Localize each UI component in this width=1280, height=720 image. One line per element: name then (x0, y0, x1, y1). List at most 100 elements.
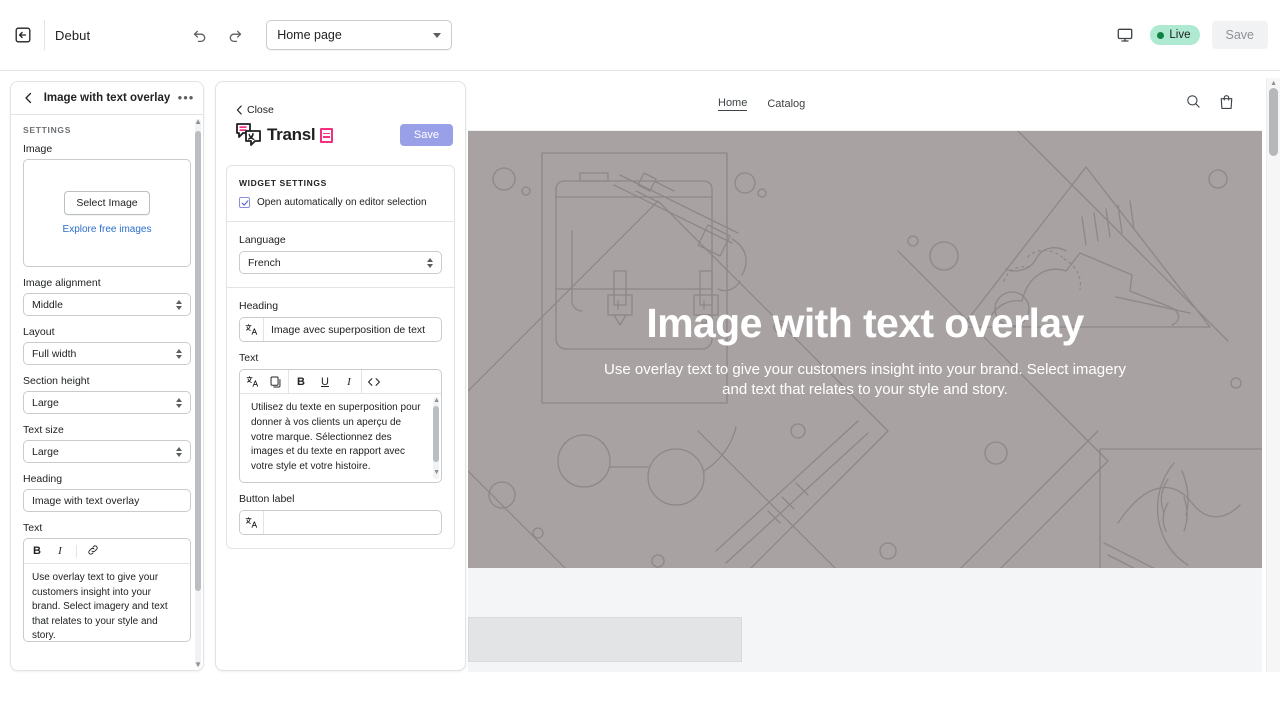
left-panel-scrollbar-thumb[interactable] (195, 131, 201, 591)
text-size-field: Text size Large (23, 424, 191, 463)
heading-input[interactable]: Image with text overlay (23, 489, 191, 512)
italic-button[interactable]: I (53, 545, 67, 557)
section-height-select[interactable]: Large (23, 391, 191, 414)
history-controls (186, 22, 248, 48)
image-field-label: Image (23, 143, 191, 155)
stepper-icon (176, 447, 182, 457)
translate-icon[interactable] (240, 511, 264, 534)
code-icon[interactable] (362, 370, 386, 393)
undo-icon[interactable] (186, 22, 212, 48)
nav-link-home[interactable]: Home (718, 97, 747, 111)
redo-icon[interactable] (222, 22, 248, 48)
image-alignment-select[interactable]: Middle (23, 293, 191, 316)
translate-icon[interactable] (240, 370, 264, 393)
text-size-select[interactable]: Large (23, 440, 191, 463)
live-dot-icon (1157, 32, 1164, 39)
scroll-down-icon[interactable]: ▼ (433, 466, 440, 481)
save-button[interactable]: Save (1212, 21, 1269, 49)
desktop-preview-icon[interactable] (1112, 22, 1138, 48)
button-label-input[interactable] (239, 510, 442, 535)
brand-name: Transl (267, 125, 315, 145)
ellipsis-icon[interactable]: ••• (177, 94, 195, 102)
settings-section-label: SETTINGS (23, 115, 191, 143)
layout-select[interactable]: Full width (23, 342, 191, 365)
translate-save-button[interactable]: Save (400, 124, 453, 146)
scroll-up-icon[interactable]: ▲ (433, 394, 440, 409)
stepper-icon (176, 398, 182, 408)
text-size-value: Large (32, 446, 176, 458)
underline-button[interactable]: U (313, 370, 337, 393)
translate-textarea-scrollbar-thumb[interactable] (433, 406, 439, 462)
search-icon[interactable] (1186, 94, 1201, 114)
translate-heading-label: Heading (239, 300, 442, 312)
image-alignment-field: Image alignment Middle (23, 277, 191, 316)
section-height-label: Section height (23, 375, 191, 387)
image-alignment-label: Image alignment (23, 277, 191, 289)
section-settings-body: ▲ ▼ SETTINGS Image Select Image Explore … (11, 115, 203, 671)
preview-scrollbar-track[interactable] (1266, 78, 1280, 672)
page-selector[interactable]: Home page (266, 20, 452, 50)
top-toolbar: Debut Home page (0, 0, 1280, 71)
section-settings-header: Image with text overlay ••• (11, 82, 203, 115)
text-label: Text (23, 522, 191, 534)
text-size-label: Text size (23, 424, 191, 436)
italic-button[interactable]: I (337, 370, 361, 393)
nav-link-catalog[interactable]: Catalog (767, 98, 805, 110)
shop-theme-name: Debut (55, 28, 90, 43)
chevron-left-icon[interactable] (19, 92, 37, 104)
auto-open-checkbox-row[interactable]: Open automatically on editor selection (239, 197, 442, 208)
translate-text-value: Utilisez du texte en superposition pour … (251, 402, 421, 472)
storefront-icons (1186, 94, 1234, 115)
rich-text-editor: B I Use overlay text to give your custom… (23, 538, 191, 642)
language-value: French (248, 257, 427, 269)
translate-brand-row: Transl Save (226, 116, 455, 147)
hero-overlay-text: Image with text overlay Use overlay text… (468, 303, 1262, 400)
page-selector-value: Home page (277, 28, 433, 42)
next-section-placeholder (468, 568, 1262, 672)
auto-open-checkbox[interactable] (239, 197, 250, 208)
scroll-up-icon[interactable]: ▲ (1270, 80, 1277, 87)
translate-icon[interactable] (240, 318, 264, 341)
translate-widget-panel: Close Transl Save WIDGET SETTINGS (215, 81, 466, 671)
translate-heading-input[interactable]: Image avec superposition de text (239, 317, 442, 342)
page-title: Image with text overlay (37, 92, 177, 104)
close-button[interactable]: Close (226, 82, 455, 116)
image-dropzone[interactable]: Select Image Explore free images (23, 159, 191, 267)
image-alignment-value: Middle (32, 299, 176, 311)
copy-icon[interactable] (264, 370, 288, 393)
select-image-button[interactable]: Select Image (64, 191, 149, 215)
text-field: Text B I Use overlay text to giv (23, 522, 191, 642)
toolbar-divider (44, 20, 45, 50)
stepper-icon (176, 300, 182, 310)
status-badge[interactable]: Live (1150, 25, 1199, 45)
translate-heading-value: Image avec superposition de text (264, 318, 441, 341)
top-toolbar-right: Live Save (1112, 21, 1280, 49)
stepper-icon (176, 349, 182, 359)
preview-scrollbar-thumb[interactable] (1269, 88, 1278, 156)
shopping-bag-icon[interactable] (1219, 94, 1234, 115)
explore-free-images-link[interactable]: Explore free images (63, 224, 152, 235)
section-height-value: Large (32, 397, 176, 409)
translate-rich-text-content[interactable]: Utilisez du texte en superposition pour … (240, 394, 441, 482)
layout-value: Full width (32, 348, 176, 360)
exit-icon[interactable] (10, 22, 36, 48)
heading-field: Heading Image with text overlay (23, 473, 191, 512)
bold-button[interactable]: B (30, 545, 44, 557)
hero-paragraph: Use overlay text to give your customers … (593, 360, 1138, 400)
rich-text-content[interactable]: Use overlay text to give your customers … (24, 564, 190, 641)
bold-button[interactable]: B (289, 370, 313, 393)
scroll-up-icon[interactable]: ▲ (194, 117, 202, 126)
translate-settings-card: WIDGET SETTINGS Open automatically on ed… (226, 165, 455, 549)
storefront-header: Home Catalog (468, 78, 1262, 131)
widget-settings-label: WIDGET SETTINGS (239, 178, 442, 188)
checkmark-icon (241, 199, 249, 207)
customizer-app: Debut Home page (0, 0, 1280, 720)
theme-preview: Home Catalog (468, 78, 1262, 672)
toolbar-divider (76, 545, 77, 558)
section-height-field: Section height Large (23, 375, 191, 414)
translate-logo: Transl (236, 123, 333, 147)
language-select[interactable]: French (239, 251, 442, 274)
scroll-down-icon[interactable]: ▼ (194, 660, 202, 669)
layout-field: Layout Full width (23, 326, 191, 365)
link-icon[interactable] (86, 544, 100, 559)
